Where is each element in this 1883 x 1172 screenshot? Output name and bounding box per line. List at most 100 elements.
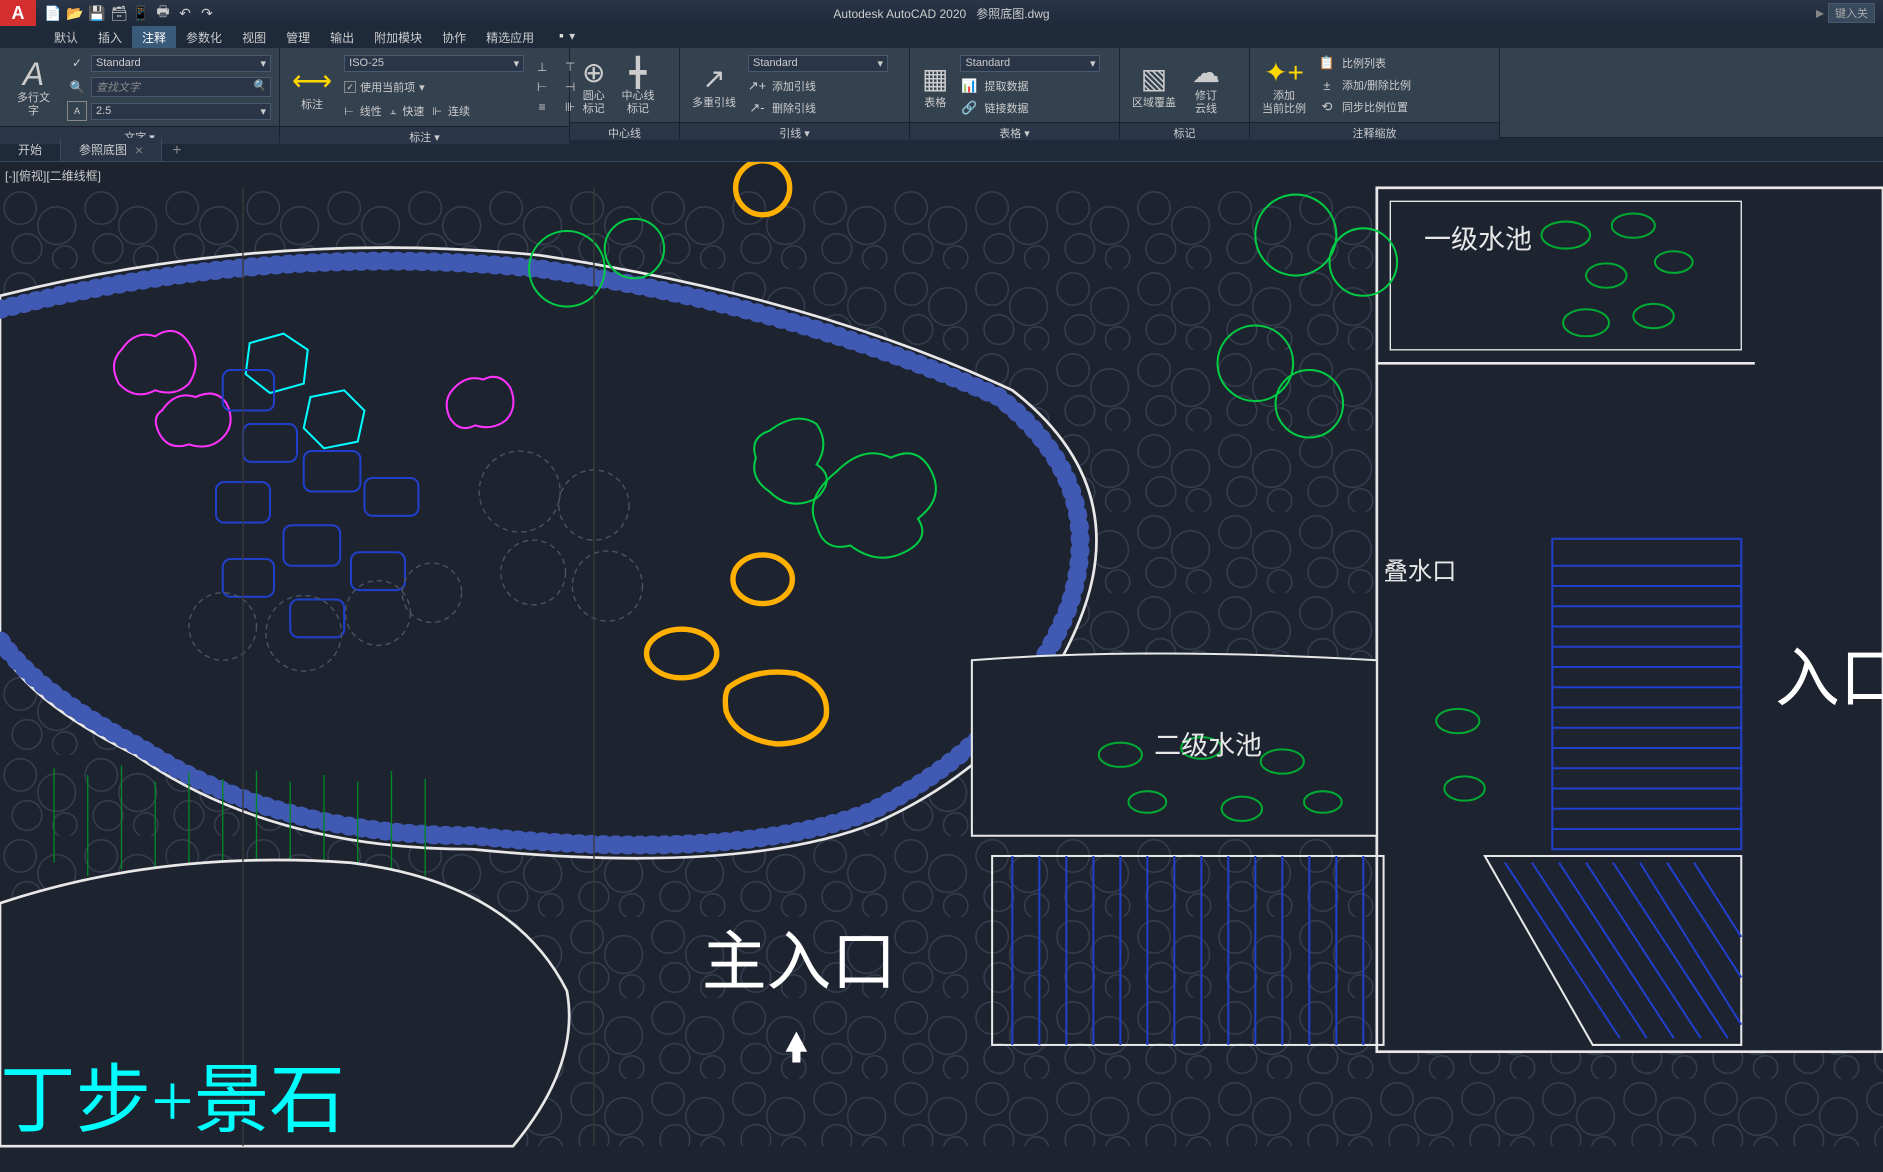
continue-dim-button[interactable]: ⊩连续 [432,102,470,120]
linear-dim-button[interactable]: ⊢线性 [344,102,382,120]
scalelist-icon: 📋 [1318,54,1336,72]
save-icon[interactable]: 💾 [88,4,106,22]
close-icon[interactable]: × [135,142,143,158]
quick-access-toolbar: 📄 📂 💾 🗃 📱 🖶 ↶ ↷ [36,4,224,22]
menubar: 默认 插入 注释 参数化 视图 管理 输出 附加模块 协作 精选应用 ▫️▾ [0,26,1883,48]
dim-style-dropdown[interactable]: ISO-25▾ [344,55,524,72]
titlebar: A 📄 📂 💾 🗃 📱 🖶 ↶ ↷ Autodesk AutoCAD 2020 … [0,0,1883,26]
quick-icon: ⫠ [390,105,397,118]
open-icon[interactable]: 📂 [66,4,84,22]
menu-view[interactable]: 视图 [232,26,276,48]
find-icon: 🔍 [67,77,87,97]
add-leader-button[interactable]: ↗+添加引线 [748,76,888,96]
extract-data-button[interactable]: 📊提取数据 [960,76,1100,96]
plot-icon[interactable]: 🖶 [154,4,172,22]
add-scale-button[interactable]: ✦+ 添加 当前比例 [1254,52,1314,118]
menu-output[interactable]: 输出 [320,26,364,48]
quick-dim-button[interactable]: ⫠快速 [390,102,425,120]
panel-annoscale: ✦+ 添加 当前比例 📋比例列表 ±添加/删除比例 ⟲同步比例位置 注释缩放 [1250,48,1500,137]
menu-addins[interactable]: 附加模块 [364,26,432,48]
text-height-dropdown[interactable]: 2.5▾ [91,103,271,120]
panel-dim-title[interactable]: 标注 ▾ [280,126,569,144]
remove-leader-button[interactable]: ↗-删除引线 [748,98,888,118]
revcloud-button[interactable]: ☁ 修订 云线 [1184,52,1228,118]
viewport-label[interactable]: [-][俯视][二维线框] [5,167,101,184]
leader-style-dropdown[interactable]: Standard▾ [748,55,888,72]
text-icon: A [23,56,44,92]
sync-icon: ⟲ [1318,98,1336,116]
mleader-button[interactable]: ↗ 多重引线 [684,59,744,112]
centerline-button[interactable]: ╋ 中心线 标记 [613,52,662,118]
drawing-viewport[interactable]: [-][俯视][二维线框] [0,162,1883,1172]
wipeout-icon: ▧ [1141,61,1167,97]
leader-icon: ↗ [702,61,725,97]
menu-insert[interactable]: 插入 [88,26,132,48]
redo-icon[interactable]: ↷ [198,4,216,22]
wipeout-button[interactable]: ▧ 区域覆盖 [1124,59,1184,112]
pool2-label: 二级水池 [1154,731,1262,761]
new-icon[interactable]: 📄 [44,4,62,22]
cloud-icon: ☁ [1192,54,1220,90]
sync-scale-button[interactable]: ⟲同步比例位置 [1318,97,1411,117]
menu-more[interactable]: ▫️▾ [544,26,585,48]
dim-tool2[interactable]: ⊢ [532,77,552,97]
scale-list-button[interactable]: 📋比例列表 [1318,53,1411,73]
app-logo[interactable]: A [0,0,36,26]
waterfall-label: 叠水口 [1384,558,1457,585]
panel-annoscale-title: 注释缩放 [1250,122,1499,140]
main-entrance-label: 主入口 [702,927,896,999]
remove-leader-icon: ↗- [748,99,766,117]
panel-markup-title: 标记 [1120,122,1249,140]
centermark-icon: ⊕ [582,54,605,90]
use-current-checkbox[interactable]: ✓ 使用当前项 ▾ [344,79,425,95]
scale-icon: ✦+ [1264,54,1304,90]
bottom-cyan-label: 丁步+景石 [0,1060,345,1143]
menu-parametric[interactable]: 参数化 [176,26,232,48]
menu-default[interactable]: 默认 [44,26,88,48]
entrance-label: 入口 [1775,644,1883,716]
window-title: Autodesk AutoCAD 2020 参照底图.dwg [833,5,1049,22]
menu-manage[interactable]: 管理 [276,26,320,48]
add-del-scale-button[interactable]: ±添加/删除比例 [1318,75,1411,95]
panel-text: A 多行文字 ✓ Standard▾ 🔍 查找文字🔍 A 2.5▾ 文字 ▾ [0,48,280,137]
continue-icon: ⊩ [432,105,442,118]
dimension-button[interactable]: ⟷ 标注 [284,61,340,114]
tab-drawing[interactable]: 参照底图 × [61,138,162,161]
pool1-label: 一级水池 [1424,225,1532,255]
add-leader-icon: ↗+ [748,77,766,95]
panel-centerline-title: 中心线 [570,122,679,140]
web-icon[interactable]: 📱 [132,4,150,22]
menu-annotate[interactable]: 注释 [132,26,176,48]
search-input[interactable]: 键入关 [1828,3,1875,23]
panel-table-title[interactable]: 表格 ▾ [910,122,1119,140]
ribbon: A 多行文字 ✓ Standard▾ 🔍 查找文字🔍 A 2.5▾ 文字 ▾ [0,48,1883,138]
find-text-input[interactable]: 查找文字🔍 [91,77,271,97]
panel-centerline: ⊕ 圆心 标记 ╋ 中心线 标记 中心线 [570,48,680,137]
dimension-icon: ⟷ [292,63,332,99]
extract-icon: 📊 [960,77,978,95]
drawing-canvas: 一级水池 二级水池 叠水口 主入口 入口 丁步+景石 [0,162,1883,1172]
menu-featured[interactable]: 精选应用 [476,26,544,48]
linear-icon: ⊢ [344,105,354,118]
link-data-button[interactable]: 🔗链接数据 [960,98,1100,118]
title-right: ▸ 键入关 [1816,3,1875,23]
undo-icon[interactable]: ↶ [176,4,194,22]
tab-start[interactable]: 开始 [0,138,61,161]
menu-collaborate[interactable]: 协作 [432,26,476,48]
dim-tool3[interactable]: ≡ [532,97,552,117]
link-icon: 🔗 [960,99,978,117]
adddel-icon: ± [1318,76,1336,94]
table-style-dropdown[interactable]: Standard▾ [960,55,1100,72]
panel-dimension: ⟷ 标注 ISO-25▾ ✓ 使用当前项 ▾ ⊢线性 ⫠快速 ⊩连续 [280,48,570,137]
tab-add-button[interactable]: + [162,138,191,161]
centerline-icon: ╋ [630,54,647,90]
text-style-dropdown[interactable]: Standard▾ [91,55,271,72]
dim-tool1[interactable]: ⊥ [532,57,552,77]
table-icon: ▦ [922,61,948,97]
table-button[interactable]: ▦ 表格 [914,59,956,112]
height-icon: A [67,101,87,121]
panel-leader-title[interactable]: 引线 ▾ [680,122,909,140]
mtext-button[interactable]: A 多行文字 [4,54,63,120]
saveas-icon[interactable]: 🗃 [110,4,128,22]
center-mark-button[interactable]: ⊕ 圆心 标记 [574,52,613,118]
